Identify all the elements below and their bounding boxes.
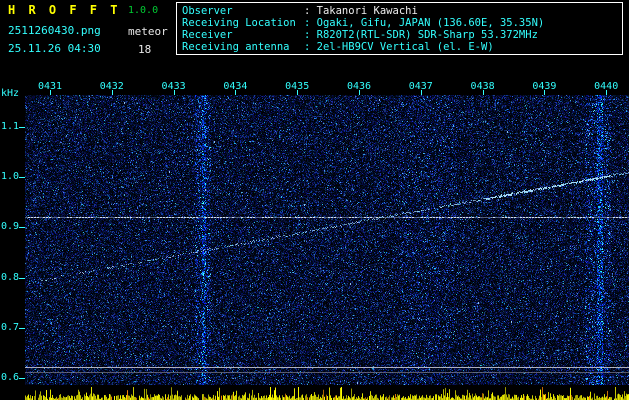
output-filename: 2511260430.png xyxy=(8,24,101,37)
y-tick-label: 1.1 xyxy=(1,121,20,132)
info-row: Receiver : R820T2(RTL-SDR) SDR-Sharp 53.3… xyxy=(182,29,617,41)
y-tick-label: 1.0 xyxy=(1,171,20,182)
info-value: : 2el-HB9CV Vertical (el. E-W) xyxy=(304,41,494,53)
y-axis-unit-label: kHz xyxy=(1,88,20,99)
y-tick-label: 0.7 xyxy=(1,322,20,333)
observer-info-panel: Observer: Takanori Kawachi Receiving Loca… xyxy=(176,2,623,55)
info-row: Observer : Takanori Kawachi xyxy=(182,5,617,17)
mode-label: meteor xyxy=(128,25,168,38)
meteor-count-value: 18 xyxy=(138,43,152,56)
info-label: Receiving antenna xyxy=(182,41,290,53)
y-tick-label: 0.8 xyxy=(1,272,20,283)
spectrogram-canvas xyxy=(25,95,629,385)
info-label: Observer xyxy=(182,5,233,17)
hrofft-window: H R O F F T 1.0.0 2511260430.png meteor … xyxy=(0,0,629,400)
info-row: Receiving antenna : 2el-HB9CV Vertical (e… xyxy=(182,41,617,53)
app-version: 1.0.0 xyxy=(128,5,159,16)
info-row: Receiving Location : Ogaki, Gifu, JAPAN (… xyxy=(182,17,617,29)
signal-level-meter-canvas xyxy=(25,386,629,400)
info-value: : Takanori Kawachi xyxy=(304,5,418,17)
info-value: : Ogaki, Gifu, JAPAN (136.60E, 35.35N) xyxy=(304,17,545,29)
y-tick-label: 0.9 xyxy=(1,221,20,232)
y-tick-label: 0.6 xyxy=(1,372,20,383)
info-label: Receiver xyxy=(182,29,233,41)
info-label: Receiving Location xyxy=(182,17,296,29)
info-value: : R820T2(RTL-SDR) SDR-Sharp 53.372MHz xyxy=(304,29,538,41)
timestamp: 25.11.26 04:30 xyxy=(8,42,101,55)
app-title: H R O F F T xyxy=(8,3,121,17)
